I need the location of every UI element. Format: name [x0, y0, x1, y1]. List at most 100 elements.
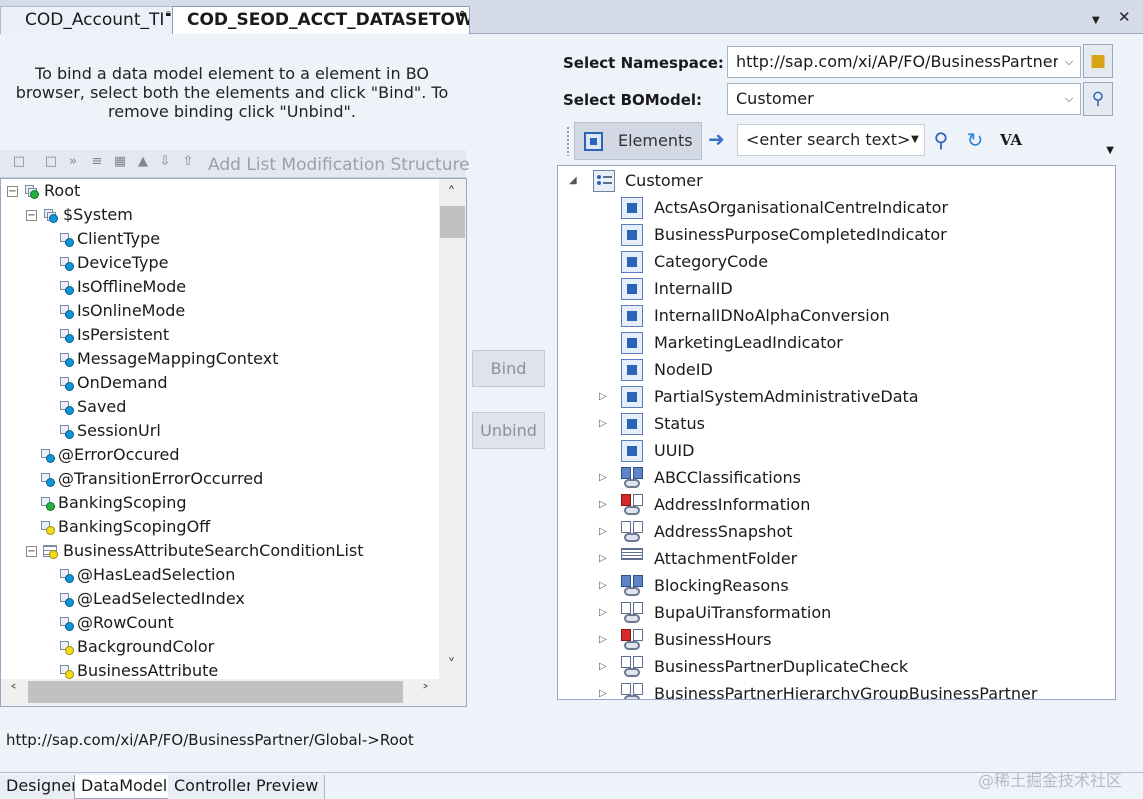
field-blue-icon — [58, 615, 74, 631]
chevron-down-icon[interactable]: ⌵ — [1058, 84, 1080, 114]
bo-tree-item[interactable]: ▷ BusinessPartnerHierarchyGroupBusinessPa… — [558, 680, 1114, 699]
scroll-up-icon[interactable]: ˄ — [439, 183, 464, 203]
element-icon — [621, 197, 643, 219]
search-icon[interactable]: ⚲ — [927, 126, 955, 154]
scrollbar-thumb[interactable] — [28, 681, 403, 703]
tab-controller[interactable]: Controller — [168, 775, 260, 799]
new-icon[interactable]: □ — [12, 154, 26, 170]
va-button[interactable]: VA — [997, 126, 1025, 154]
bind-button[interactable]: Bind — [472, 350, 545, 387]
tree-node[interactable]: IsPersistent — [1, 323, 439, 347]
bo-tree-item[interactable]: InternalID — [558, 275, 1114, 302]
unbind-button[interactable]: Unbind — [472, 412, 545, 449]
bo-tree-item[interactable]: BusinessPurposeCompletedIndicator — [558, 221, 1114, 248]
horizontal-scrollbar[interactable]: ˂ ˃ — [1, 679, 466, 706]
delete-icon[interactable]: □ — [44, 154, 58, 170]
collapse-all-icon[interactable]: ⇧ — [181, 154, 195, 170]
scroll-left-icon[interactable]: ˂ — [1, 682, 26, 702]
bo-tree-item[interactable]: ▷ AddressInformation — [558, 491, 1114, 518]
toolbar-overflow-icon[interactable]: ▼ — [1106, 146, 1114, 156]
bo-tree-item[interactable]: ▷ BusinessPartnerDuplicateCheck — [558, 653, 1114, 680]
collapse-icon[interactable]: − — [7, 186, 18, 197]
bo-tree-item[interactable]: ActsAsOrganisationalCentreIndicator — [558, 194, 1114, 221]
bo-tree-item[interactable]: ▷ Status — [558, 410, 1114, 437]
search-bo-button[interactable]: ⚲ — [1083, 82, 1113, 116]
namespace-select[interactable]: http://sap.com/xi/AP/FO/BusinessPartner/… — [727, 46, 1081, 78]
expand-icon[interactable]: ▷ — [599, 680, 607, 699]
tree-node[interactable]: − Root — [1, 179, 439, 203]
collapse-icon[interactable]: − — [26, 546, 37, 557]
expand-icon[interactable]: ▷ — [599, 383, 607, 410]
chevron-down-icon[interactable]: ⌵ — [1058, 47, 1080, 77]
expand-icon[interactable]: ▷ — [599, 491, 607, 518]
tree-node[interactable]: @ErrorOccured — [1, 443, 439, 467]
tree-node[interactable]: ClientType — [1, 227, 439, 251]
tab-datamodel[interactable]: DataModel — [74, 775, 175, 799]
scroll-right-icon[interactable]: ˃ — [413, 682, 438, 702]
expand-icon[interactable]: ▷ — [599, 518, 607, 545]
tree-node[interactable]: − $System — [1, 203, 439, 227]
element-search-input[interactable]: <enter search text> ▼ — [737, 124, 925, 156]
expand-icon[interactable]: ▷ — [599, 653, 607, 680]
bo-tree-item-label: BusinessPartnerDuplicateCheck — [654, 657, 909, 676]
bo-tree-item[interactable]: InternalIDNoAlphaConversion — [558, 302, 1114, 329]
elements-button[interactable]: Elements — [574, 122, 702, 160]
tree-node[interactable]: DeviceType — [1, 251, 439, 275]
tree-node[interactable]: OnDemand — [1, 371, 439, 395]
tree-node[interactable]: BankingScoping — [1, 491, 439, 515]
expand-icon[interactable]: ▷ — [599, 599, 607, 626]
open-folder-button[interactable]: ■ — [1083, 44, 1113, 78]
add-list-modification-button[interactable]: Add List Modification Structure — [208, 155, 470, 175]
bo-tree-item[interactable]: ▷ BupaUiTransformation — [558, 599, 1114, 626]
chevron-down-icon[interactable]: ▼ — [906, 125, 924, 155]
collapse-icon[interactable]: ◢ — [569, 167, 577, 194]
tree-node[interactable]: BackgroundColor — [1, 635, 439, 659]
tab-preview[interactable]: Preview — [250, 775, 326, 799]
expand-icon[interactable]: ▷ — [599, 545, 607, 572]
bo-tree-item[interactable]: UUID — [558, 437, 1114, 464]
tab-designer[interactable]: Designer — [0, 775, 85, 799]
arrow-right-icon[interactable]: ➜ — [708, 128, 725, 150]
scroll-down-icon[interactable]: ˅ — [439, 655, 464, 675]
tree-node[interactable]: − BusinessAttributeSearchConditionList — [1, 539, 439, 563]
close-icon[interactable]: ✕ — [1118, 8, 1131, 26]
bo-tree-item[interactable]: ▷ PartialSystemAdministrativeData — [558, 383, 1114, 410]
tree-node[interactable]: @RowCount — [1, 611, 439, 635]
tree-node[interactable]: IsOnlineMode — [1, 299, 439, 323]
bo-tree-item[interactable]: ▷ ABCClassifications — [558, 464, 1114, 491]
bo-tree-item[interactable]: ▷ BlockingReasons — [558, 572, 1114, 599]
bo-tree-item[interactable]: CategoryCode — [558, 248, 1114, 275]
collapse-icon[interactable]: − — [26, 210, 37, 221]
move-icon[interactable]: » — [66, 154, 80, 170]
tree-node[interactable]: BusinessAttribute — [1, 659, 439, 679]
tab-list-dropdown-icon[interactable]: ▼ — [1092, 12, 1100, 30]
bo-tree-item[interactable]: ▷ BusinessHours — [558, 626, 1114, 653]
bo-tree-item[interactable]: ▷ AddressSnapshot — [558, 518, 1114, 545]
tree-node[interactable]: @LeadSelectedIndex — [1, 587, 439, 611]
toolbar-grip[interactable] — [566, 126, 570, 156]
expand-icon[interactable]: ▷ — [599, 410, 607, 437]
filter-icon[interactable]: ≡ — [90, 154, 104, 170]
expand-all-icon[interactable]: ⇩ — [158, 154, 172, 170]
expand-icon[interactable]: ▷ — [599, 626, 607, 653]
bo-tree-item[interactable]: NodeID — [558, 356, 1114, 383]
expand-icon[interactable]: ▷ — [599, 572, 607, 599]
tree-node[interactable]: @HasLeadSelection — [1, 563, 439, 587]
hierarchy-icon[interactable]: ▲ — [136, 154, 150, 170]
structure-icon[interactable]: ▦ — [113, 154, 127, 170]
tree-node[interactable]: MessageMappingContext — [1, 347, 439, 371]
tree-node[interactable]: SessionUrl — [1, 419, 439, 443]
scrollbar-thumb[interactable] — [440, 206, 465, 238]
vertical-scrollbar[interactable]: ˄ ˅ — [439, 179, 466, 679]
bo-tree-item[interactable]: MarketingLeadIndicator — [558, 329, 1114, 356]
tree-node[interactable]: @TransitionErrorOccurred — [1, 467, 439, 491]
tree-node[interactable]: BankingScopingOff — [1, 515, 439, 539]
bomodel-select[interactable]: Customer ⌵ — [727, 83, 1081, 115]
tree-node[interactable]: Saved — [1, 395, 439, 419]
bo-tree-item[interactable]: ▷ AttachmentFolder — [558, 545, 1114, 572]
refresh-icon[interactable]: ↻ — [961, 126, 989, 154]
expand-icon[interactable]: ▷ — [599, 464, 607, 491]
tree-node[interactable]: IsOfflineMode — [1, 275, 439, 299]
doc-tab-account-ti[interactable]: COD_Account_TI 🔒︎ — [0, 6, 176, 34]
doc-tab-datasetowl[interactable]: COD_SEOD_ACCT_DATASETOWL 🔒︎ — [172, 6, 470, 34]
